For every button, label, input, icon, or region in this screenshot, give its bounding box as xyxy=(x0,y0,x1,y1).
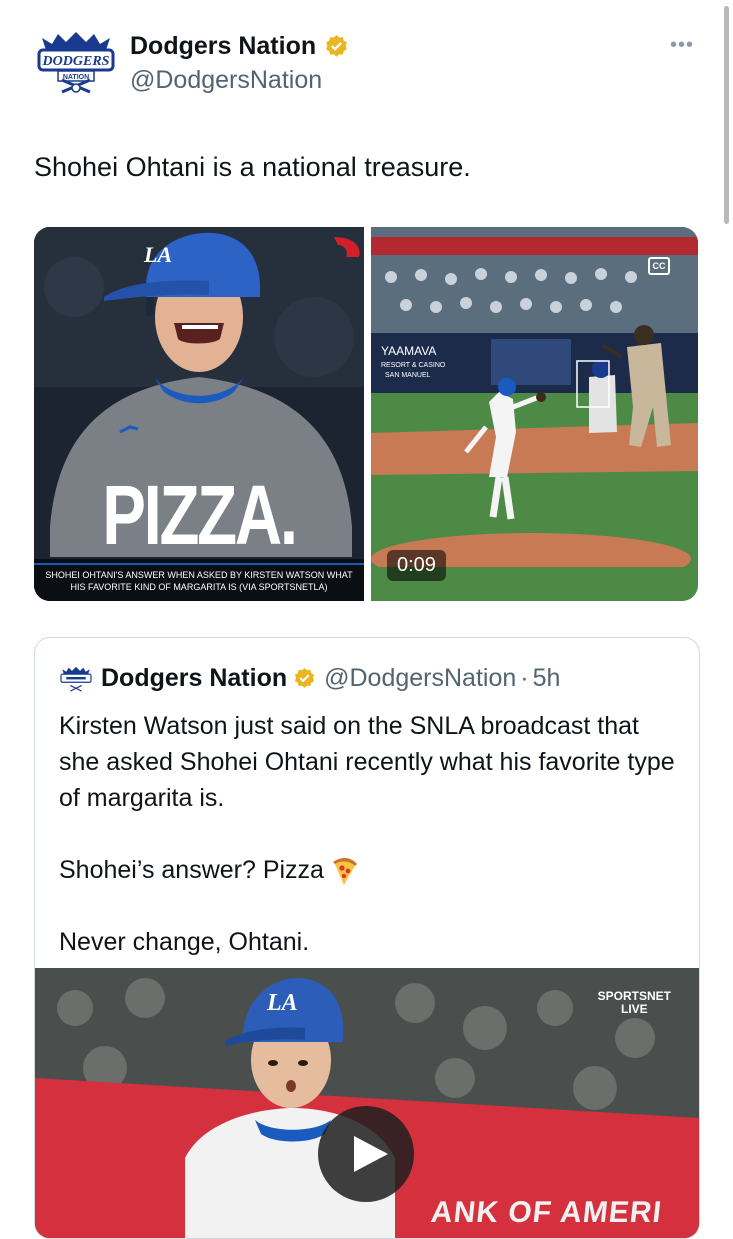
image-headline: PIZZA. xyxy=(102,468,298,562)
scrollbar[interactable] xyxy=(724,6,729,224)
image-caption-line-1: SHOHEI OHTANI'S ANSWER WHEN ASKED BY KIR… xyxy=(45,570,353,580)
media-image-pizza[interactable]: LA PIZZA. SHOHEI OHTANI'S ANSWER WHEN AS… xyxy=(34,227,364,601)
quoted-tweet-header: Dodgers Nation @DodgersNation · 5h xyxy=(59,664,560,693)
quoted-paragraph-1: Kirsten Watson just said on the SNLA bro… xyxy=(59,712,675,812)
quoted-author-name[interactable]: Dodgers Nation xyxy=(101,664,287,693)
tweet-header: DODGERS NATION Dodgers Nation @DodgersNa… xyxy=(34,30,702,100)
quoted-paragraph-3: Never change, Ohtani. xyxy=(59,928,310,956)
quoted-tweet[interactable]: Dodgers Nation @DodgersNation · 5h Kirst… xyxy=(34,637,700,1239)
quoted-paragraph-2-row: Shohei’s answer? Pizza xyxy=(59,852,679,888)
quoted-tweet-body: Kirsten Watson just said on the SNLA bro… xyxy=(59,708,679,960)
author-handle[interactable]: @DodgersNation xyxy=(130,66,322,95)
dodgers-nation-logo-icon[interactable] xyxy=(59,665,93,693)
image-caption-line-2: HIS FAVORITE KIND OF MARGARITA IS (VIA S… xyxy=(70,582,328,592)
verified-badge-icon xyxy=(295,667,315,688)
media-video-pitch[interactable]: YAAMAVA RESORT & CASINO SAN MANUEL CC 0:… xyxy=(371,227,698,601)
svg-text:LA: LA xyxy=(143,242,172,267)
verified-badge-icon xyxy=(326,35,348,57)
badge-line-2: LIVE xyxy=(620,1002,648,1016)
quoted-timestamp[interactable]: 5h xyxy=(533,664,561,693)
video-duration: 0:09 xyxy=(387,550,446,581)
more-options-icon[interactable]: ••• xyxy=(670,34,694,57)
video-scoreboard-subtext-2: SAN MANUEL xyxy=(385,372,431,379)
sportsnet-live-badge: SPORTSNET LIVE xyxy=(598,990,671,1016)
caption-divider xyxy=(34,563,364,565)
play-button[interactable] xyxy=(318,1106,414,1202)
video-scoreboard-subtext: RESORT & CASINO xyxy=(381,362,446,369)
pizza-emoji-icon xyxy=(332,858,357,886)
game-video-frame: YAAMAVA RESORT & CASINO SAN MANUEL xyxy=(371,227,698,601)
tweet-text: Shohei Ohtani is a national treasure. xyxy=(34,152,471,182)
quoted-author-handle[interactable]: @DodgersNation xyxy=(324,664,516,693)
video-scoreboard-text: YAAMAVA xyxy=(381,344,436,358)
media-grid[interactable]: LA PIZZA. SHOHEI OHTANI'S ANSWER WHEN AS… xyxy=(34,227,698,601)
closed-captions-icon[interactable]: CC xyxy=(648,257,670,275)
video-banner-text: ANK OF AMERI xyxy=(429,1196,664,1229)
dodgers-nation-logo-icon[interactable]: DODGERS NATION xyxy=(34,30,118,94)
avatar-subtext: NATION xyxy=(63,74,89,81)
avatar-text: DODGERS xyxy=(42,54,110,69)
svg-text:LA: LA xyxy=(266,990,298,1016)
quoted-separator: · xyxy=(520,664,529,692)
play-icon xyxy=(354,1136,388,1172)
quoted-paragraph-2: Shohei’s answer? Pizza xyxy=(59,856,324,884)
quoted-video[interactable]: LA SPORTSNET LIVE ANK OF AMERI xyxy=(35,968,699,1238)
image-caption: SHOHEI OHTANI'S ANSWER WHEN ASKED BY KIR… xyxy=(34,569,364,593)
author-name[interactable]: Dodgers Nation xyxy=(130,32,316,61)
